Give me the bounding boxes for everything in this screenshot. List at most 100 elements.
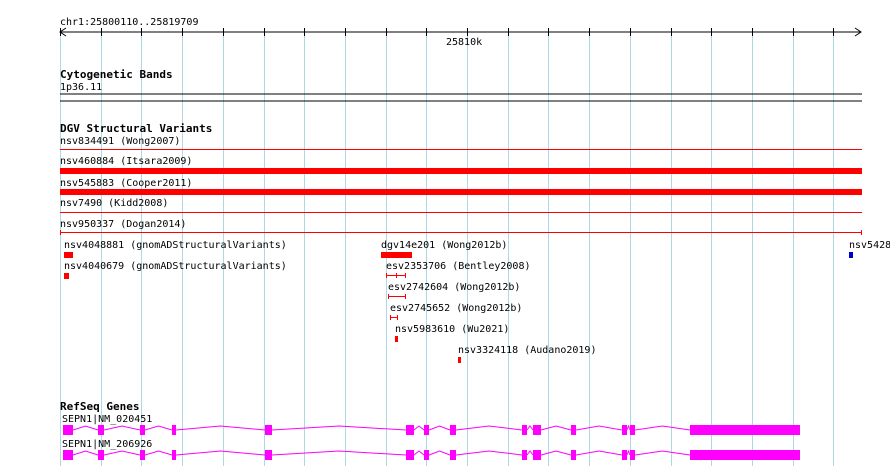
refseq-title: RefSeq Genes xyxy=(60,400,139,413)
variant-bar-tick xyxy=(60,230,61,235)
variant-label: nsv3324118 (Audano2019) xyxy=(458,345,596,356)
variant-label: nsv460884 (Itsara2009) xyxy=(60,156,192,167)
variant-block[interactable] xyxy=(64,273,69,279)
intron-line xyxy=(72,425,99,431)
variant-block[interactable] xyxy=(395,336,398,342)
ruler-center-label: 25810k xyxy=(446,37,482,48)
ruler: chr1:25800110..25819709 25810k xyxy=(59,17,862,48)
variant-bar[interactable] xyxy=(60,212,862,213)
intron-line xyxy=(634,450,691,456)
transcript-model[interactable] xyxy=(63,424,800,435)
variant-span[interactable] xyxy=(390,315,398,320)
exon-block xyxy=(630,450,635,460)
exon-block xyxy=(140,450,145,460)
intron-line xyxy=(626,424,631,431)
intron-line xyxy=(540,450,572,456)
intron-line xyxy=(271,425,407,431)
variant-span-tick xyxy=(396,273,397,278)
variant-block[interactable] xyxy=(381,252,412,258)
exon-block xyxy=(630,425,635,435)
variant-bar-tick xyxy=(861,230,862,235)
intron-line xyxy=(575,450,623,456)
exon-block xyxy=(424,450,429,460)
variant-bar[interactable] xyxy=(60,189,862,195)
variant-label: nsv4040679 (gnomADStructuralVariants) xyxy=(64,261,287,272)
exon-block xyxy=(140,425,145,435)
transcript-label: SEPN1|NM_206926 xyxy=(62,439,152,450)
exon-block xyxy=(690,425,800,435)
variant-span-tick xyxy=(386,273,387,278)
variant-label: nsv545883 (Cooper2011) xyxy=(60,178,192,189)
variant-label: esv2745652 (Wong2012b) xyxy=(390,303,522,314)
variant-span-tick xyxy=(405,273,406,278)
intron-line xyxy=(103,450,141,456)
exon-block xyxy=(265,425,272,435)
variant-bar[interactable] xyxy=(60,149,862,150)
exon-block xyxy=(690,450,800,460)
variant-label: nsv5983610 (Wu2021) xyxy=(395,324,509,335)
intron-line xyxy=(575,425,623,431)
dgv-track: DGV Structural Variants nsv834491 (Wong2… xyxy=(60,122,890,363)
transcript-label: SEPN1|NM_020451 xyxy=(62,414,152,425)
variant-span-tick xyxy=(388,294,389,299)
variant-label: nsv834491 (Wong2007) xyxy=(60,136,180,147)
variant-block[interactable] xyxy=(458,357,461,363)
intron-line xyxy=(455,425,523,431)
intron-line xyxy=(413,425,425,431)
refseq-track: RefSeq Genes SEPN1|NM_020451 SEPN1|NM_20… xyxy=(60,400,800,460)
variant-label: esv2742604 (Wong2012b) xyxy=(388,282,520,293)
intron-line xyxy=(428,425,451,431)
intron-line xyxy=(526,425,534,431)
exon-block xyxy=(172,450,176,460)
exon-block xyxy=(424,425,429,435)
ruler-range-label: chr1:25800110..25819709 xyxy=(60,17,198,28)
variant-span-line xyxy=(388,296,406,297)
exon-block xyxy=(98,425,104,435)
variant-span[interactable] xyxy=(388,294,406,299)
exon-block xyxy=(533,450,541,460)
variant-span-line xyxy=(390,317,398,318)
variant-span-tick xyxy=(397,315,398,320)
intron-line xyxy=(144,425,173,431)
variant-label: nsv4048881 (gnomADStructuralVariants) xyxy=(64,240,287,251)
intron-line xyxy=(144,450,173,456)
exon-block xyxy=(265,450,272,460)
variant-label: nsv950337 (Dogan2014) xyxy=(60,219,186,230)
cytoband-track[interactable]: Cytogenetic Bands 1p36.11 xyxy=(60,68,862,102)
variant-block-blue[interactable] xyxy=(849,252,853,258)
intron-line xyxy=(271,450,407,456)
exon-block xyxy=(571,450,576,460)
variant-span-tick xyxy=(390,315,391,320)
variant-span-tick xyxy=(405,294,406,299)
cytoband-band-label: 1p36.11 xyxy=(60,82,102,93)
exon-block xyxy=(622,450,627,460)
intron-line xyxy=(540,425,572,431)
variant-bar[interactable] xyxy=(60,168,862,174)
variant-block[interactable] xyxy=(64,252,73,258)
exon-block xyxy=(406,450,414,460)
exon-block xyxy=(172,425,176,435)
intron-line xyxy=(455,450,523,456)
exon-block xyxy=(522,450,527,460)
intron-line xyxy=(413,450,425,456)
exon-block xyxy=(406,425,414,435)
variant-label: nsv7490 (Kidd2008) xyxy=(60,198,168,209)
intron-line xyxy=(175,450,266,456)
variant-span[interactable] xyxy=(386,273,406,278)
exon-block xyxy=(533,425,541,435)
intron-line xyxy=(428,450,451,456)
exon-block xyxy=(98,450,104,460)
variant-label: nsv5428 xyxy=(849,240,890,251)
cytoband-title: Cytogenetic Bands xyxy=(60,68,173,81)
intron-line xyxy=(526,450,534,456)
exon-block xyxy=(571,425,576,435)
exon-block xyxy=(522,425,527,435)
intron-line xyxy=(626,449,631,456)
variant-bar[interactable] xyxy=(60,232,862,233)
variant-label: esv2353706 (Bentley2008) xyxy=(386,261,531,272)
intron-line xyxy=(103,425,141,431)
transcript-model[interactable] xyxy=(63,449,800,460)
variant-label: dgv14e201 (Wong2012b) xyxy=(381,240,507,251)
intron-line xyxy=(175,425,266,431)
intron-line xyxy=(72,450,99,456)
